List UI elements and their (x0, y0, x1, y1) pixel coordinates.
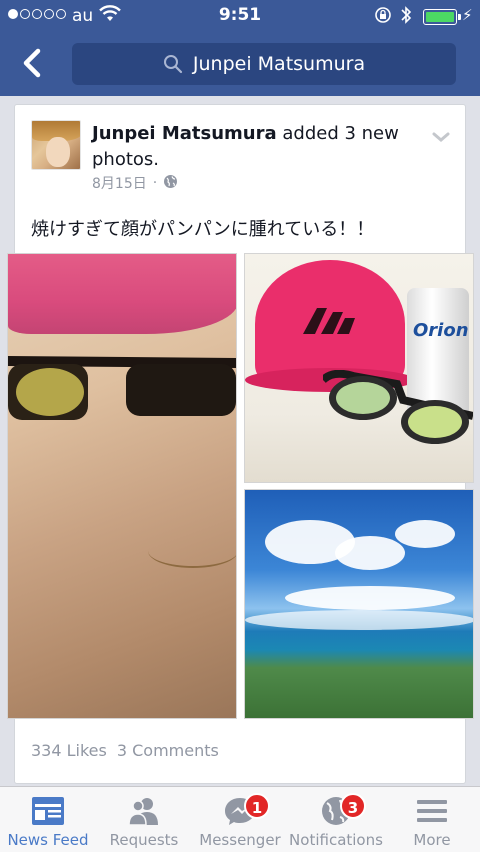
back-button[interactable] (18, 46, 48, 80)
post-headline: Junpei Matsumura added 3 new photos. (92, 121, 422, 173)
search-field[interactable]: Junpei Matsumura (72, 43, 456, 85)
tab-more[interactable]: More (384, 787, 480, 852)
post-text: 焼けすぎて顔がパンパンに腫れている！！ (31, 219, 375, 240)
tab-label-requests: Requests (109, 831, 179, 849)
tab-label-messenger: Messenger (199, 831, 281, 849)
chevron-left-icon (23, 48, 41, 78)
avatar[interactable] (31, 120, 81, 170)
tab-bar: News Feed Requests 1 Messenger 3 Notific… (0, 786, 480, 852)
tab-news-feed[interactable]: News Feed (0, 787, 96, 852)
author-name[interactable]: Junpei Matsumura (92, 123, 277, 144)
status-bar: au 9:51 ⚡ (0, 0, 480, 32)
meta-separator: · (152, 175, 158, 191)
search-icon (163, 54, 183, 74)
notifications-badge: 3 (340, 793, 366, 819)
post-options-chevron-icon[interactable] (431, 129, 451, 148)
post-meta: 8月15日 · (92, 173, 178, 193)
rotation-lock-icon (374, 6, 392, 29)
battery-icon (423, 9, 461, 25)
photo-selfie[interactable] (7, 253, 237, 719)
charging-icon: ⚡ (462, 6, 473, 24)
messenger-badge: 1 (244, 793, 270, 819)
tab-notifications[interactable]: 3 Notifications (288, 787, 384, 852)
can-label: Orion (413, 320, 469, 341)
menu-icon (417, 800, 447, 822)
tab-requests[interactable]: Requests (96, 787, 192, 852)
news-feed-icon (32, 797, 64, 825)
comments-count[interactable]: 3 Comments (117, 741, 219, 760)
globe-privacy-icon (163, 174, 178, 193)
tab-label-more: More (413, 831, 451, 849)
search-query: Junpei Matsumura (192, 53, 366, 75)
bluetooth-icon (400, 5, 412, 30)
post-card: Junpei Matsumura added 3 new photos. 8月1… (7, 104, 474, 784)
tab-label-news-feed: News Feed (7, 831, 89, 849)
likes-count[interactable]: 334 Likes (31, 741, 107, 760)
requests-icon (128, 798, 158, 826)
post-date[interactable]: 8月15日 (92, 173, 147, 193)
tab-messenger[interactable]: 1 Messenger (192, 787, 288, 852)
tab-label-notifications: Notifications (289, 831, 383, 849)
top-bar: au 9:51 ⚡ Junpei Matsumura (0, 0, 480, 96)
photo-cap-and-can[interactable]: Orion (244, 253, 474, 483)
photo-ocean-landscape[interactable] (244, 489, 474, 719)
post-stats: 334 Likes 3 Comments (31, 741, 219, 760)
